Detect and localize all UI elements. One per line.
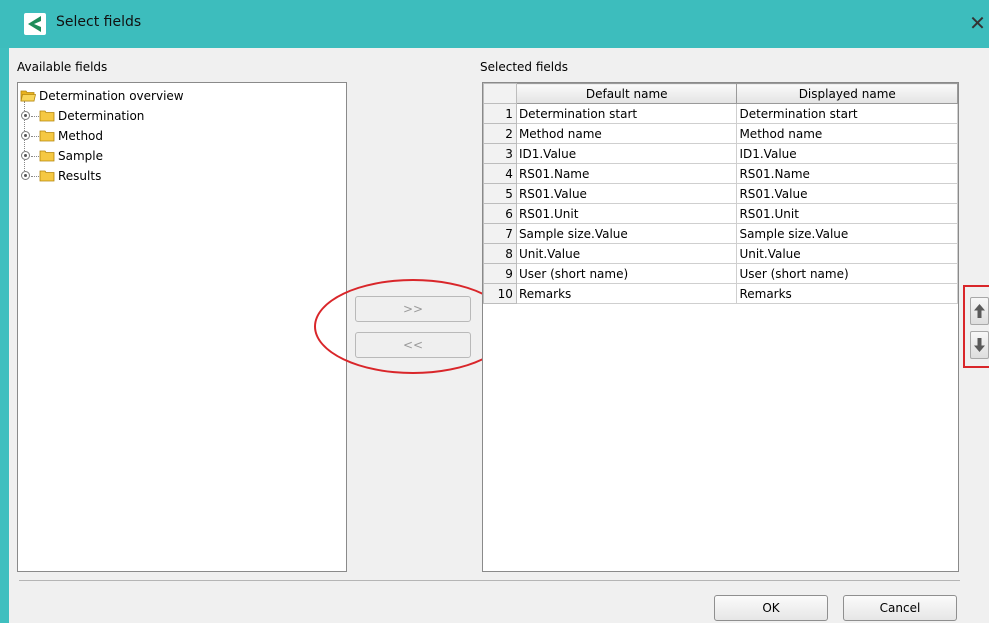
table-row[interactable]: 6 RS01.Unit RS01.Unit xyxy=(483,203,958,224)
displayed-name-cell[interactable]: RS01.Value xyxy=(736,183,958,204)
arrow-down-icon xyxy=(974,338,985,352)
row-number: 10 xyxy=(483,283,517,304)
expand-icon[interactable] xyxy=(21,151,30,160)
table-row[interactable]: 3 ID1.Value ID1.Value xyxy=(483,143,958,164)
table-row[interactable]: 9 User (short name) User (short name) xyxy=(483,263,958,284)
select-fields-dialog: Select fields ✕ Available fields Selecte… xyxy=(0,0,989,623)
row-number: 3 xyxy=(483,143,517,164)
tree-item-label: Results xyxy=(58,169,102,183)
default-name-cell[interactable]: Sample size.Value xyxy=(515,223,738,244)
default-name-cell[interactable]: Unit.Value xyxy=(515,243,738,264)
column-header-displayed-name[interactable]: Displayed name xyxy=(736,83,958,104)
table-row[interactable]: 4 RS01.Name RS01.Name xyxy=(483,163,958,184)
tree-item-label: Determination overview xyxy=(39,89,184,103)
row-number: 9 xyxy=(483,263,517,284)
row-number: 2 xyxy=(483,123,517,144)
arrow-up-icon xyxy=(974,304,985,318)
move-down-button[interactable] xyxy=(970,331,989,359)
column-header-default-name[interactable]: Default name xyxy=(515,83,738,104)
available-fields-tree[interactable]: Determination overview Determination Met… xyxy=(17,82,347,572)
table-row[interactable]: 5 RS01.Value RS01.Value xyxy=(483,183,958,204)
window-border xyxy=(0,48,9,623)
folder-open-icon xyxy=(20,90,36,102)
expand-icon[interactable] xyxy=(21,171,30,180)
table-header-row: Default name Displayed name xyxy=(483,83,958,104)
folder-icon xyxy=(39,130,55,142)
close-button[interactable]: ✕ xyxy=(966,10,989,36)
displayed-name-cell[interactable]: User (short name) xyxy=(736,263,958,284)
row-number: 5 xyxy=(483,183,517,204)
table-row[interactable]: 8 Unit.Value Unit.Value xyxy=(483,243,958,264)
default-name-cell[interactable]: ID1.Value xyxy=(515,143,738,164)
default-name-cell[interactable]: RS01.Name xyxy=(515,163,738,184)
footer-divider xyxy=(19,580,960,581)
row-number: 4 xyxy=(483,163,517,184)
available-fields-label: Available fields xyxy=(17,60,108,74)
displayed-name-cell[interactable]: Unit.Value xyxy=(736,243,958,264)
selected-fields-table[interactable]: Default name Displayed name 1 Determinat… xyxy=(482,82,959,572)
ok-button[interactable]: OK xyxy=(714,595,828,621)
row-number: 7 xyxy=(483,223,517,244)
cancel-button[interactable]: Cancel xyxy=(843,595,957,621)
default-name-cell[interactable]: Method name xyxy=(515,123,738,144)
app-logo-icon xyxy=(24,13,46,35)
displayed-name-cell[interactable]: Determination start xyxy=(736,103,958,124)
displayed-name-cell[interactable]: Sample size.Value xyxy=(736,223,958,244)
column-header-index xyxy=(483,83,517,104)
default-name-cell[interactable]: Remarks xyxy=(515,283,738,304)
reorder-highlight xyxy=(963,285,989,368)
table-row[interactable]: 2 Method name Method name xyxy=(483,123,958,144)
tree-item-label: Method xyxy=(58,129,104,143)
row-number: 1 xyxy=(483,103,517,124)
expand-icon[interactable] xyxy=(21,111,30,120)
displayed-name-cell[interactable]: Remarks xyxy=(736,283,958,304)
table-row[interactable]: 7 Sample size.Value Sample size.Value xyxy=(483,223,958,244)
selected-fields-label: Selected fields xyxy=(480,60,568,74)
title-bar: Select fields ✕ xyxy=(0,0,989,48)
folder-icon xyxy=(39,110,55,122)
table-row[interactable]: 10 Remarks Remarks xyxy=(483,283,958,304)
displayed-name-cell[interactable]: RS01.Unit xyxy=(736,203,958,224)
default-name-cell[interactable]: User (short name) xyxy=(515,263,738,284)
default-name-cell[interactable]: RS01.Unit xyxy=(515,203,738,224)
window-title: Select fields xyxy=(56,14,142,30)
default-name-cell[interactable]: Determination start xyxy=(515,103,738,124)
displayed-name-cell[interactable]: Method name xyxy=(736,123,958,144)
displayed-name-cell[interactable]: ID1.Value xyxy=(736,143,958,164)
default-name-cell[interactable]: RS01.Value xyxy=(515,183,738,204)
expand-icon[interactable] xyxy=(21,131,30,140)
tree-item-label: Determination xyxy=(58,109,145,123)
move-up-button[interactable] xyxy=(970,297,989,325)
displayed-name-cell[interactable]: RS01.Name xyxy=(736,163,958,184)
table-row[interactable]: 1 Determination start Determination star… xyxy=(483,103,958,124)
row-number: 8 xyxy=(483,243,517,264)
tree-item-label: Sample xyxy=(58,149,103,163)
row-number: 6 xyxy=(483,203,517,224)
folder-icon xyxy=(39,150,55,162)
folder-icon xyxy=(39,170,55,182)
